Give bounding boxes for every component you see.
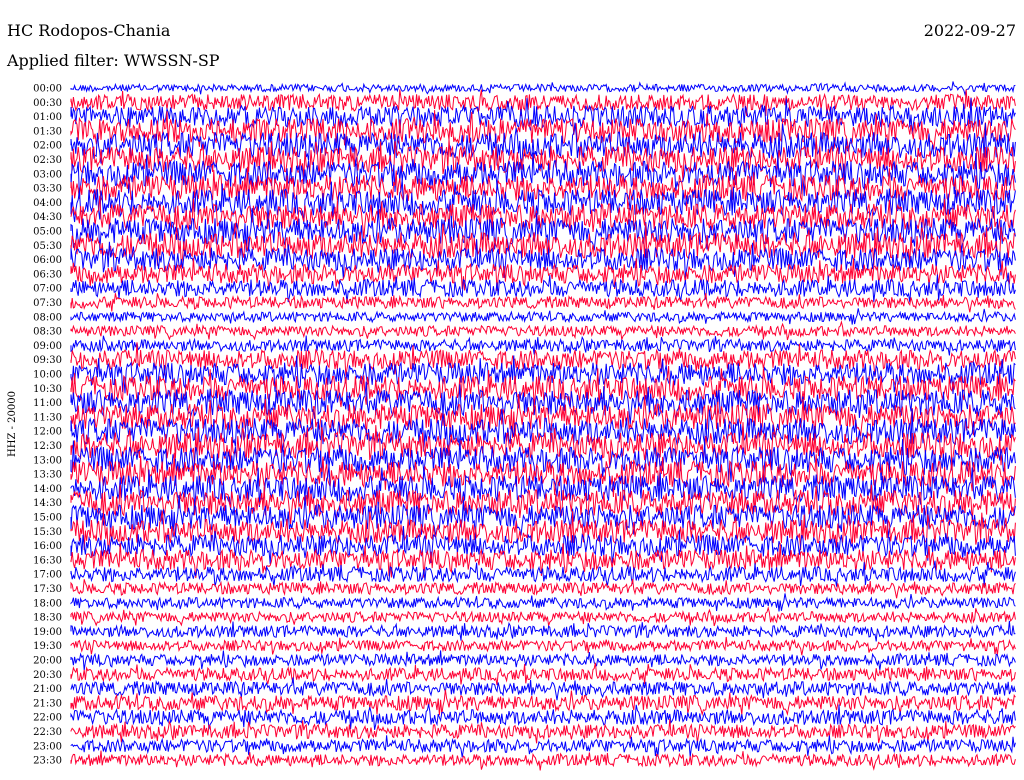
time-tick-label: 07:30 bbox=[33, 298, 62, 309]
time-tick-label: 14:00 bbox=[33, 484, 62, 495]
time-tick-label: 06:30 bbox=[33, 269, 62, 280]
time-tick-label: 01:00 bbox=[33, 112, 62, 123]
time-tick-label: 00:00 bbox=[33, 84, 62, 95]
date-label: 2022-09-27 bbox=[924, 21, 1016, 40]
time-tick-label: 19:30 bbox=[33, 641, 62, 652]
time-tick-label: 23:30 bbox=[33, 756, 62, 767]
time-tick-label: 16:30 bbox=[33, 555, 62, 566]
trace-row-0800 bbox=[70, 308, 1016, 325]
time-tick-label: 19:00 bbox=[33, 627, 62, 638]
trace-row-1900 bbox=[70, 620, 1016, 642]
time-tick-label: 09:00 bbox=[33, 341, 62, 352]
trace-row-2100 bbox=[70, 677, 1016, 701]
trace-row-2300 bbox=[70, 735, 1016, 758]
time-tick-label: 22:30 bbox=[33, 727, 62, 738]
time-tick-label: 01:30 bbox=[33, 126, 62, 137]
time-tick-label: 08:30 bbox=[33, 327, 62, 338]
time-tick-label: 18:00 bbox=[33, 598, 62, 609]
time-tick-label: 05:00 bbox=[33, 227, 62, 238]
trace-row-0900 bbox=[70, 335, 1016, 356]
helicorder-figure: HC Rodopos-Chania 2022-09-27 Applied fil… bbox=[6, 21, 1016, 771]
trace-row-2000 bbox=[70, 650, 1016, 671]
time-tick-label: 06:00 bbox=[33, 255, 62, 266]
time-tick-label: 07:00 bbox=[33, 284, 62, 295]
time-tick-label: 21:30 bbox=[33, 698, 62, 709]
time-tick-label: 02:30 bbox=[33, 155, 62, 166]
time-tick-label: 20:30 bbox=[33, 670, 62, 681]
time-tick-label: 05:30 bbox=[33, 241, 62, 252]
trace-row-0130 bbox=[70, 110, 1016, 151]
time-tick-label: 12:30 bbox=[33, 441, 62, 452]
time-tick-label: 20:00 bbox=[33, 656, 62, 667]
time-tick-label: 17:00 bbox=[33, 570, 62, 581]
time-tick-label: 13:30 bbox=[33, 470, 62, 481]
time-tick-label: 15:30 bbox=[33, 527, 62, 538]
trace-row-2230 bbox=[70, 718, 1016, 744]
trace-row-1930 bbox=[70, 636, 1016, 656]
time-tick-label: 04:30 bbox=[33, 212, 62, 223]
seismic-traces bbox=[70, 81, 1016, 771]
time-tick-label: 11:00 bbox=[33, 398, 62, 409]
time-tick-label: 10:30 bbox=[33, 384, 62, 395]
time-tick-label: 03:30 bbox=[33, 184, 62, 195]
time-tick-label: 02:00 bbox=[33, 141, 62, 152]
time-tick-label: 08:00 bbox=[33, 312, 62, 323]
time-tick-label: 11:30 bbox=[33, 412, 62, 423]
trace-row-1830 bbox=[70, 605, 1016, 627]
trace-row-0830 bbox=[70, 319, 1016, 341]
trace-row-0030 bbox=[70, 89, 1016, 117]
time-tick-label: 14:30 bbox=[33, 498, 62, 509]
time-tick-label: 13:00 bbox=[33, 455, 62, 466]
time-axis-labels: 00:00 00:30 01:00 01:30 02:00 02:30 03:00 03:30… bbox=[33, 84, 62, 767]
trace-row-1530 bbox=[70, 510, 1016, 552]
time-tick-label: 16:00 bbox=[33, 541, 62, 552]
time-tick-label: 15:00 bbox=[33, 513, 62, 524]
time-tick-label: 04:00 bbox=[33, 198, 62, 209]
time-tick-label: 03:00 bbox=[33, 169, 62, 180]
time-tick-label: 21:00 bbox=[33, 684, 62, 695]
trace-row-1730 bbox=[70, 579, 1016, 599]
filter-label: Applied filter: WWSSN-SP bbox=[6, 51, 220, 70]
trace-row-2330 bbox=[70, 750, 1016, 771]
trace-row-2030 bbox=[70, 662, 1016, 686]
time-tick-label: 10:00 bbox=[33, 370, 62, 381]
trace-row-0000 bbox=[70, 81, 1016, 97]
time-tick-label: 18:30 bbox=[33, 613, 62, 624]
time-tick-label: 17:30 bbox=[33, 584, 62, 595]
time-tick-label: 22:00 bbox=[33, 713, 62, 724]
time-tick-label: 12:00 bbox=[33, 427, 62, 438]
time-tick-label: 09:30 bbox=[33, 355, 62, 366]
trace-row-1800 bbox=[70, 593, 1016, 612]
station-title: HC Rodopos-Chania bbox=[7, 21, 171, 40]
time-tick-label: 00:30 bbox=[33, 98, 62, 109]
time-tick-label: 23:00 bbox=[33, 741, 62, 752]
channel-label: HHZ - 20000 bbox=[7, 391, 18, 457]
